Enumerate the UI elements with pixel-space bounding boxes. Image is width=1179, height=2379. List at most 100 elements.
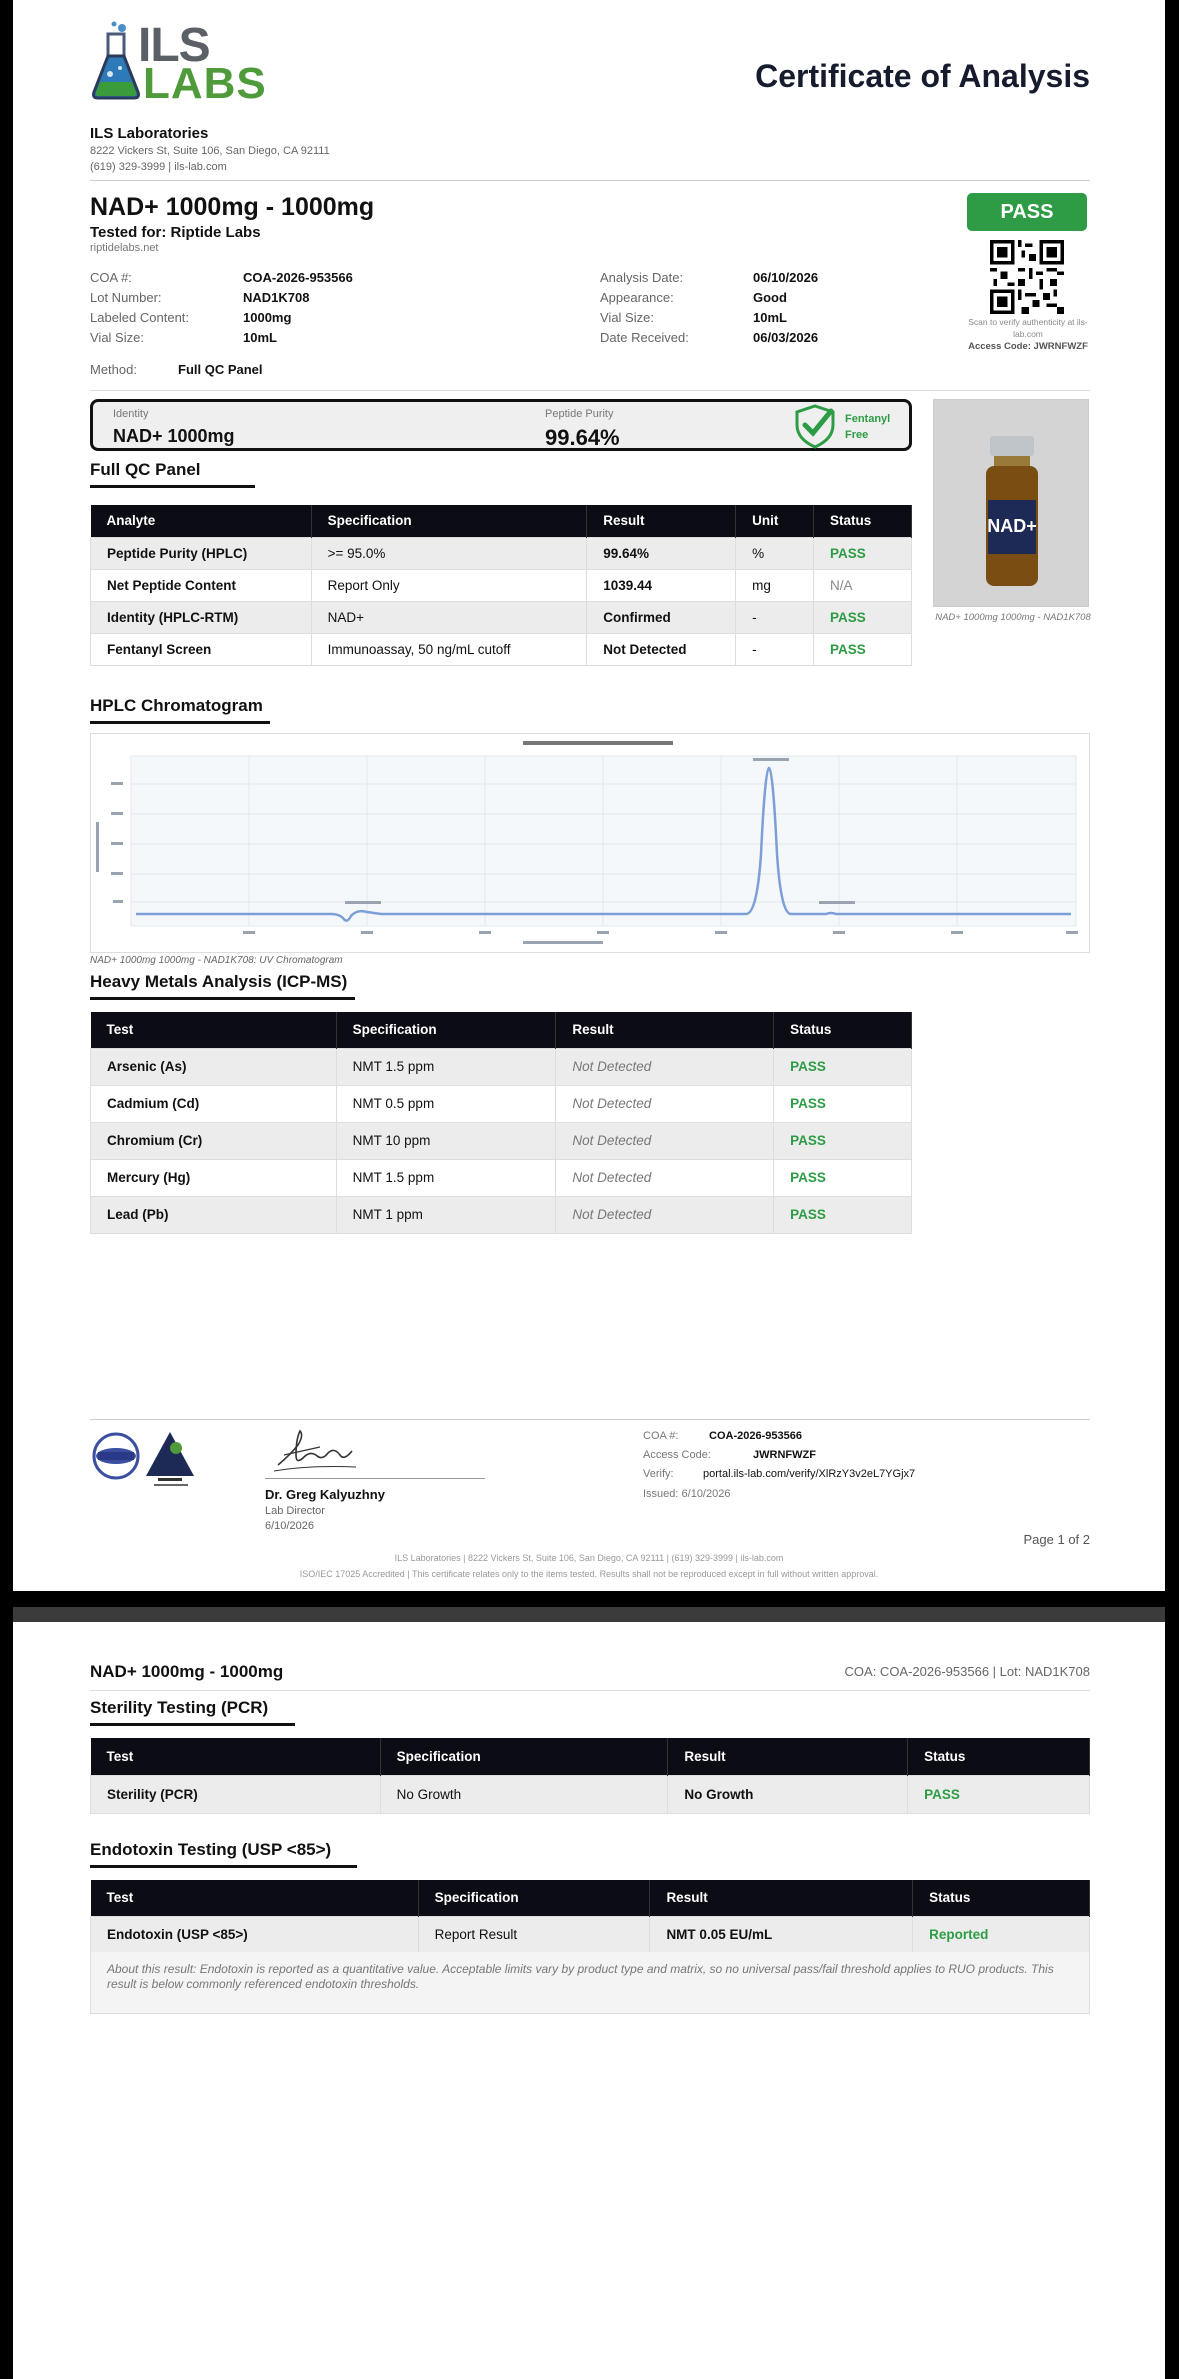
column-header: Result — [555, 1012, 775, 1048]
column-header: Unit — [735, 505, 815, 537]
table-row: Sterility (PCR) No Growth No Growth PASS — [90, 1774, 1090, 1814]
qr-access-code: Access Code: JWRNFWZF — [968, 341, 1088, 352]
method-label: Method: — [90, 362, 137, 377]
lot-number-value: NAD1K708 — [243, 290, 310, 305]
qc-panel-table: Analyte Specification Result Unit Status… — [90, 505, 912, 666]
result-cell: Not Detected — [586, 632, 737, 666]
spec-cell: NMT 1 ppm — [335, 1195, 557, 1234]
sterility-table: Test Specification Result Status Sterili… — [90, 1738, 1090, 1814]
identity-label: Identity — [113, 408, 149, 420]
result-cell: Not Detected — [555, 1195, 775, 1234]
signer-date: 6/10/2026 — [265, 1520, 314, 1532]
chromatogram-caption: NAD+ 1000mg 1000mg - NAD1K708: UV Chroma… — [90, 955, 343, 966]
vial-size-label-2: Vial Size: — [600, 310, 654, 325]
vial-image: NAD+ — [934, 400, 1088, 606]
column-header: Specification — [311, 505, 588, 537]
table-row: Arsenic (As) NMT 1.5 ppm Not Detected PA… — [90, 1047, 912, 1086]
spec-cell: Report Only — [310, 568, 588, 602]
table-row: Chromium (Cr) NMT 10 ppm Not Detected PA… — [90, 1121, 912, 1160]
page2-meta: COA: COA-2026-953566 | Lot: NAD1K708 — [844, 1664, 1090, 1679]
photo-caption: NAD+ 1000mg 1000mg - NAD1K708 — [935, 612, 1091, 623]
result-cell: Not Detected — [555, 1047, 775, 1086]
date-received-label: Date Received: — [600, 330, 689, 345]
table-header-row: Analyte Specification Result Unit Status — [90, 505, 912, 537]
status-cell: PASS — [773, 1084, 912, 1123]
column-header: Specification — [418, 1880, 651, 1916]
status-cell: PASS — [773, 1158, 912, 1197]
accreditation-logos-icon — [92, 1432, 194, 1486]
signer-name: Dr. Greg Kalyuzhny — [265, 1487, 385, 1502]
spec-cell: NMT 1.5 ppm — [335, 1047, 557, 1086]
column-header: Analyte — [90, 505, 312, 537]
page2-title: NAD+ 1000mg - 1000mg — [90, 1662, 284, 1681]
footer-coa-value: COA-2026-953566 — [709, 1430, 802, 1442]
endotoxin-table: Test Specification Result Status Endotox… — [90, 1880, 1090, 1953]
column-header: Status — [813, 505, 912, 537]
status-cell: PASS — [773, 1195, 912, 1234]
column-header: Test — [90, 1738, 381, 1775]
signature-line — [265, 1478, 485, 1479]
column-header: Result — [667, 1738, 909, 1775]
summary-box: Identity NAD+ 1000mg Peptide Purity 99.6… — [90, 399, 912, 451]
endotoxin-note: About this result: Endotoxin is reported… — [90, 1952, 1090, 2014]
unit-cell: mg — [735, 568, 815, 602]
product-photo: NAD+ — [933, 399, 1089, 607]
table-row: Endotoxin (USP <85>) Report Result NMT 0… — [90, 1915, 1090, 1953]
qc-panel-title: Full QC Panel — [90, 460, 255, 488]
analysis-date-value: 06/10/2026 — [753, 270, 819, 285]
issued-date: Issued: 6/10/2026 — [643, 1488, 731, 1500]
test-cell: Cadmium (Cd) — [90, 1084, 337, 1123]
verify-link[interactable]: portal.ils-lab.com/verify/XlRzY3v2eL7YGj… — [703, 1468, 915, 1480]
footer-verify-label: Verify: — [643, 1468, 674, 1480]
pass-badge: PASS — [967, 193, 1087, 231]
status-cell: N/A — [813, 568, 912, 602]
table-row: Fentanyl Screen Immunoassay, 50 ng/mL cu… — [90, 632, 912, 666]
spec-cell: NMT 0.5 ppm — [335, 1084, 557, 1123]
identity-value: NAD+ 1000mg — [113, 426, 235, 446]
labeled-content-label: Labeled Content: — [90, 310, 190, 325]
spec-cell: No Growth — [379, 1774, 669, 1814]
vial-label-text: NAD+ — [987, 516, 1037, 536]
heavy-metals-table: Test Specification Result Status Arsenic… — [90, 1012, 912, 1234]
heavy-metals-title: Heavy Metals Analysis (ICP-MS) — [90, 972, 355, 1000]
test-cell: Arsenic (As) — [90, 1047, 337, 1086]
table-header-row: Test Specification Result Status — [90, 1012, 912, 1048]
coa-page-2: NAD+ 1000mg - 1000mg COA: COA-2026-95356… — [13, 1622, 1165, 2379]
divider — [90, 390, 1090, 391]
table-row: Net Peptide Content Report Only 1039.44 … — [90, 568, 912, 602]
test-cell: Lead (Pb) — [90, 1195, 337, 1234]
result-cell: No Growth — [667, 1774, 909, 1814]
purity-label: Peptide Purity — [545, 408, 614, 420]
table-header-row: Test Specification Result Status — [90, 1738, 1090, 1775]
column-header: Test — [90, 1012, 337, 1048]
unit-cell: % — [735, 536, 815, 570]
product-title: NAD+ 1000mg - 1000mg — [90, 193, 375, 221]
appearance-label: Appearance: — [600, 290, 674, 305]
coa-page-1: ILS LABS Certificate of Analysis ILS Lab… — [13, 0, 1165, 1591]
status-cell: PASS — [773, 1121, 912, 1160]
fentanyl-free-badge: Fentanyl Free — [845, 413, 891, 441]
test-cell: Chromium (Cr) — [90, 1121, 337, 1160]
footer-lab-info: ILS Laboratories | 8222 Vickers St, Suit… — [394, 1553, 784, 1563]
qr-scan-note: Scan to verify authenticity at ils-lab.c… — [968, 317, 1088, 339]
spec-cell: Report Result — [417, 1915, 651, 1953]
status-cell: Reported — [912, 1915, 1090, 1953]
column-header: Specification — [380, 1738, 669, 1775]
purity-value: 99.64% — [545, 425, 620, 450]
vial-size-value-2: 10mL — [753, 310, 787, 325]
endotoxin-title: Endotoxin Testing (USP <85>) — [90, 1840, 357, 1868]
page-separator — [13, 1607, 1165, 1622]
column-header: Test — [90, 1880, 419, 1916]
status-cell: PASS — [773, 1047, 912, 1086]
spec-cell: NAD+ — [310, 600, 588, 634]
column-header: Result — [586, 505, 737, 537]
method-value: Full QC Panel — [178, 362, 263, 377]
qr-code-icon[interactable] — [990, 240, 1064, 314]
result-cell: Confirmed — [586, 600, 737, 634]
column-header: Status — [907, 1738, 1090, 1775]
vial-size-value: 10mL — [243, 330, 277, 345]
unit-cell: - — [735, 600, 815, 634]
column-header: Specification — [336, 1012, 557, 1048]
date-received-value: 06/03/2026 — [753, 330, 819, 345]
test-cell: Endotoxin (USP <85>) — [90, 1915, 419, 1953]
